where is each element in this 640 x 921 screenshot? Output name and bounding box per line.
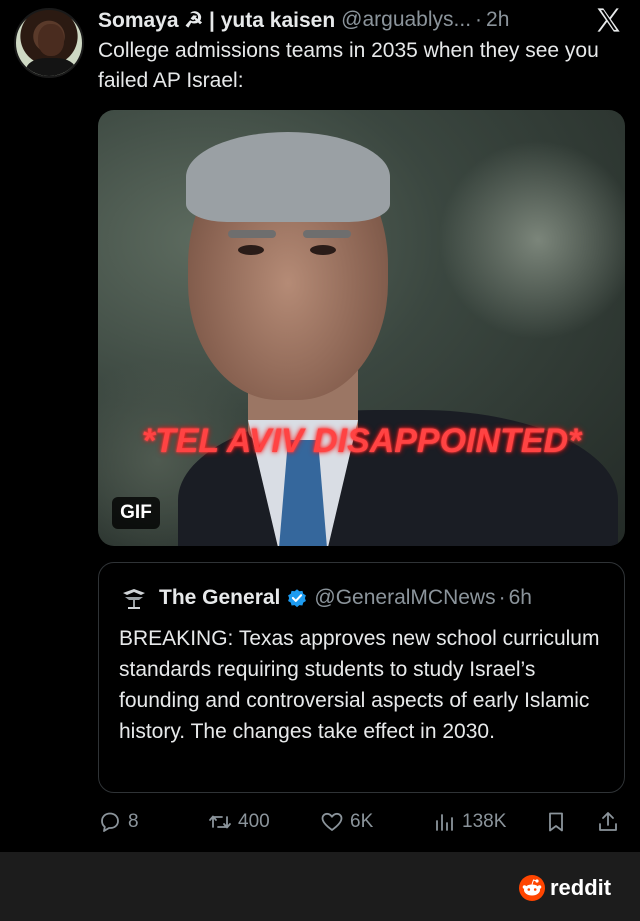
gif-badge: GIF <box>112 497 160 529</box>
quoted-header-separator: · <box>498 586 506 609</box>
tweet[interactable]: Somaya ☭ | yuta kaisen @arguablys... · 2… <box>0 0 640 852</box>
views-button[interactable]: 138K <box>432 804 506 840</box>
reddit-icon <box>519 875 545 901</box>
tweet-header: Somaya ☭ | yuta kaisen @arguablys... · 2… <box>98 5 509 35</box>
retweet-icon <box>209 815 231 829</box>
views-count: 138K <box>462 811 507 832</box>
views-icon <box>436 814 453 831</box>
share-icon <box>599 812 617 831</box>
reddit-watermark-bar: reddit <box>0 852 640 921</box>
like-count: 6K <box>350 811 374 832</box>
quoted-tweet-header: The General @GeneralMCNews · 6h <box>119 583 532 613</box>
x-logo-icon <box>597 8 620 32</box>
bookmark-button[interactable] <box>544 804 574 840</box>
quoted-tweet[interactable]: The General @GeneralMCNews · 6h BREAKING… <box>98 562 625 793</box>
like-button[interactable]: 6K <box>320 804 373 840</box>
gif-caption: *TEL AVIV DISAPPOINTED* <box>141 422 582 460</box>
tweet-timestamp[interactable]: 2h <box>486 8 509 32</box>
reddit-logo: reddit <box>518 874 611 902</box>
reply-count: 8 <box>128 811 139 832</box>
author-handle[interactable]: @arguablys... <box>341 8 471 32</box>
quoted-author-handle[interactable]: @GeneralMCNews <box>314 586 495 610</box>
reply-icon <box>101 812 119 832</box>
like-icon <box>321 812 343 831</box>
reply-button[interactable]: 8 <box>98 804 139 840</box>
quoted-author-display-name[interactable]: The General <box>159 586 280 610</box>
bookmark-icon <box>549 812 563 832</box>
share-button[interactable] <box>596 804 626 840</box>
tweet-actions-bar: 8 400 6K 138K <box>98 804 628 840</box>
quoted-tweet-timestamp[interactable]: 6h <box>509 586 532 610</box>
tweet-text: College admissions teams in 2035 when th… <box>98 39 599 92</box>
retweet-count: 400 <box>238 811 270 832</box>
tweet-media-gif[interactable]: *TEL AVIV DISAPPOINTED* GIF <box>98 110 625 546</box>
reddit-wordmark: reddit <box>550 875 612 900</box>
author-avatar[interactable] <box>14 8 84 78</box>
quoted-author-avatar[interactable] <box>119 583 149 613</box>
verified-icon <box>288 589 307 608</box>
author-display-name[interactable]: Somaya ☭ | yuta kaisen <box>98 8 335 33</box>
quoted-tweet-text: BREAKING: Texas approves new school curr… <box>119 627 600 743</box>
retweet-button[interactable]: 400 <box>208 804 270 840</box>
header-separator: · <box>475 8 483 31</box>
